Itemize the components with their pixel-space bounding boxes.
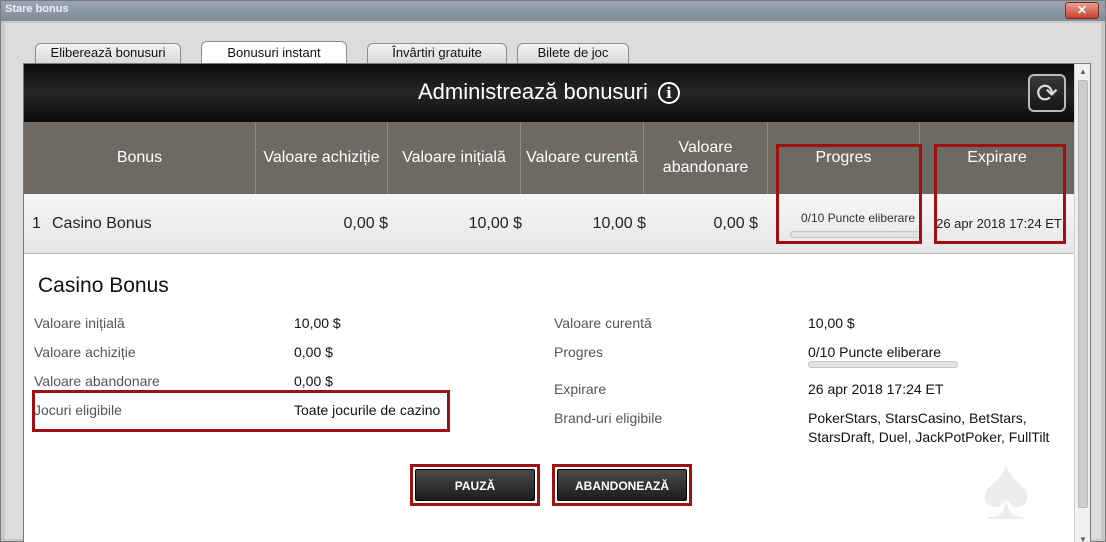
detail-label-initial: Valoare inițială: [34, 315, 125, 331]
detail-value-current: 10,00 $: [808, 315, 855, 331]
row-acquisition-value: 0,00 $: [343, 215, 388, 232]
admin-title-text: Administrează bonusuri: [417, 79, 648, 104]
tab-free-spins[interactable]: Învârtiri gratuite: [367, 43, 507, 63]
tab-release-bonuses[interactable]: Eliberează bonusuri: [35, 43, 181, 63]
detail-value-expiry: 26 apr 2018 17:24 ET: [808, 381, 944, 397]
detail-value-abandon: 0,00 $: [294, 373, 333, 389]
detail-value-acquisition: 0,00 $: [294, 344, 333, 360]
column-header-initial: Valoare inițială: [388, 122, 521, 194]
highlight-progress-box: [776, 144, 922, 244]
detail-value-progress: 0/10 Puncte eliberare: [808, 344, 942, 360]
window-title: Stare bonus: [5, 3, 69, 15]
scroll-thumb[interactable]: [1078, 80, 1088, 508]
highlight-expiry-box: [934, 144, 1066, 244]
detail-label-abandon: Valoare abandonare: [34, 373, 160, 389]
info-icon[interactable]: i: [658, 82, 681, 104]
column-header-current: Valoare curentă: [521, 122, 644, 194]
detail-value-initial: 10,00 $: [294, 315, 341, 331]
bonus-status-window: Stare bonus ✕ Eliberează bonusuri Bonusu…: [0, 0, 1106, 542]
scroll-down-arrow-icon[interactable]: ▼: [1077, 533, 1089, 542]
admin-header: Administrează bonusuri i ⟳: [24, 64, 1074, 122]
column-header-bonus: Bonus: [24, 122, 256, 194]
detail-title: Casino Bonus: [38, 274, 169, 297]
window-client-area: Eliberează bonusuri Bonusuri instant Înv…: [5, 23, 1101, 542]
detail-label-current: Valoare curentă: [554, 315, 652, 331]
tab-game-tickets[interactable]: Bilete de joc: [517, 43, 629, 63]
refresh-icon[interactable]: ⟳: [1028, 74, 1066, 112]
row-bonus-name: Casino Bonus: [52, 215, 152, 232]
highlight-pause-box: [410, 464, 540, 506]
detail-label-acquisition: Valoare achiziție: [34, 344, 136, 360]
row-current-value: 10,00 $: [592, 215, 646, 232]
row-index: 1: [32, 215, 41, 232]
spade-star-watermark-icon: ♠: [982, 439, 1030, 539]
window-titlebar: Stare bonus ✕: [1, 1, 1105, 21]
detail-label-expiry: Expirare: [554, 381, 607, 397]
vertical-scrollbar[interactable]: ▲ ▼: [1074, 64, 1090, 542]
window-close-button[interactable]: ✕: [1065, 2, 1099, 19]
row-initial-value: 10,00 $: [468, 215, 522, 232]
tab-instant-bonuses[interactable]: Bonusuri instant: [201, 41, 347, 63]
detail-progress-bar: [808, 361, 958, 368]
detail-value-brands-line1: PokerStars, StarsCasino, BetStars,: [808, 410, 1027, 426]
scroll-up-arrow-icon[interactable]: ▲: [1077, 65, 1089, 79]
bonus-admin-panel: Administrează bonusuri i ⟳ Bonus Valoare…: [23, 63, 1091, 542]
admin-title: Administrează bonusuri i: [24, 79, 1074, 105]
row-abandon-value: 0,00 $: [713, 215, 758, 232]
highlight-eligible-games-box: [32, 390, 450, 432]
detail-label-progress: Progres: [554, 344, 604, 360]
highlight-abandon-box: [552, 464, 692, 506]
column-header-abandon: Valoare abandonare: [644, 122, 768, 194]
column-header-acquisition: Valoare achiziție: [256, 122, 388, 194]
detail-label-brands: Brand-uri eligibile: [554, 410, 663, 426]
